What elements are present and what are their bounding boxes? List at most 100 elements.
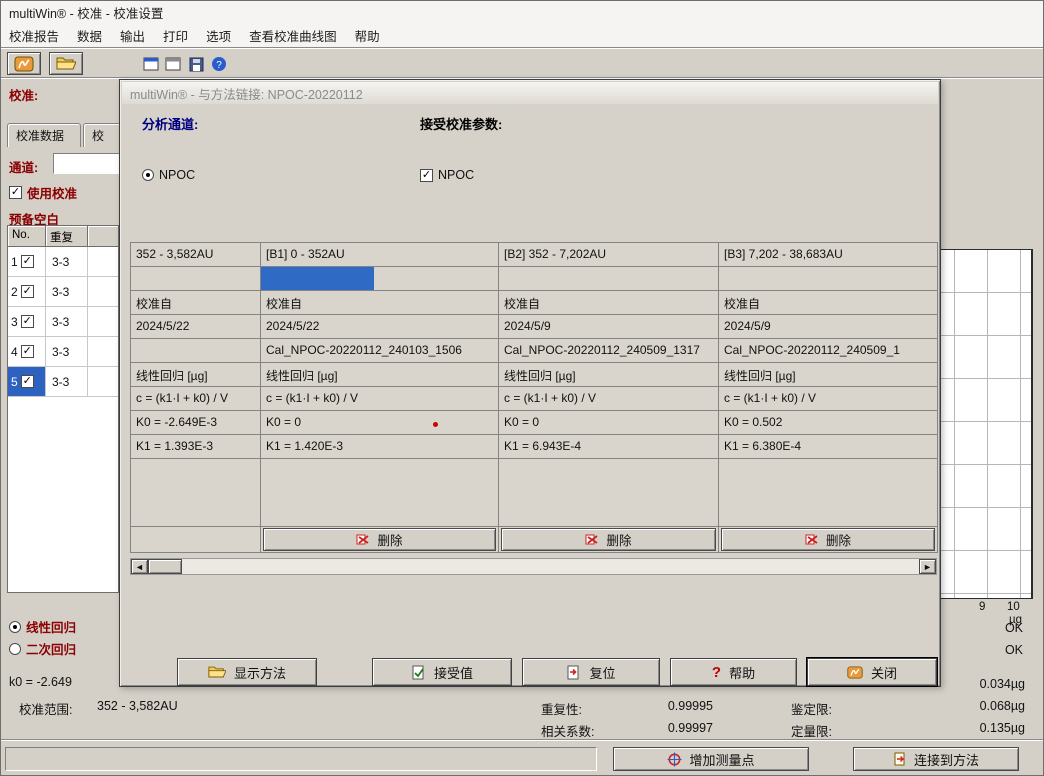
table-row[interactable]: 4 3-3 bbox=[8, 337, 118, 367]
table-cell[interactable]: Cal_NPOC-20220112_240103_1506 bbox=[261, 339, 499, 363]
table-cell[interactable]: K0 = 0 bbox=[499, 411, 719, 435]
reset-button[interactable]: 复位 bbox=[522, 658, 660, 686]
table-cell[interactable]: K1 = 6.943E-4 bbox=[499, 435, 719, 459]
menu-options[interactable]: 选项 bbox=[206, 26, 231, 45]
detection-limit-value: 0.068µg bbox=[941, 699, 1025, 713]
status-bar: 增加测量点 连接到方法 bbox=[1, 741, 1044, 776]
menu-view-calibration-curve[interactable]: 查看校准曲线图 bbox=[249, 26, 337, 45]
toolbar-window-button-1[interactable] bbox=[141, 54, 161, 74]
repeatability-label: 重复性: bbox=[541, 699, 582, 718]
toolbar-open-button[interactable] bbox=[49, 52, 83, 75]
table-cell[interactable]: 校准自 bbox=[499, 291, 719, 315]
table-cell[interactable] bbox=[499, 267, 719, 291]
table-cell[interactable]: K0 = -2.649E-3 bbox=[131, 411, 261, 435]
menu-help[interactable]: 帮助 bbox=[355, 26, 380, 45]
tab-calibration-data[interactable]: 校准数据 bbox=[7, 123, 81, 147]
toolbar-help-button[interactable]: ? bbox=[209, 54, 229, 74]
chart-tick-10: 10 bbox=[1007, 601, 1020, 613]
close-button[interactable]: 关闭 bbox=[807, 658, 937, 686]
delete-icon bbox=[356, 533, 370, 546]
table-cell[interactable]: 校准自 bbox=[719, 291, 938, 315]
delete-cell: 删除 bbox=[499, 527, 719, 553]
connect-method-button[interactable]: 连接到方法 bbox=[853, 747, 1019, 771]
use-calibration-checkbox[interactable]: 使用校准 bbox=[9, 183, 77, 202]
npoc-radio[interactable]: NPOC bbox=[142, 168, 195, 182]
scroll-thumb[interactable] bbox=[148, 559, 182, 574]
row-checkbox-icon[interactable] bbox=[21, 285, 34, 298]
table-cell[interactable]: c = (k1·I + k0) / V bbox=[719, 387, 938, 411]
table-cell bbox=[131, 527, 261, 553]
horizontal-scrollbar[interactable]: ◄ ► bbox=[130, 558, 937, 575]
add-measure-point-button[interactable]: 增加测量点 bbox=[613, 747, 809, 771]
range-column-header[interactable]: [B3] 7,202 - 38,683AU bbox=[719, 243, 938, 267]
table-row[interactable]: 1 3-3 bbox=[8, 247, 118, 277]
table-cell[interactable]: 线性回归 [µg] bbox=[719, 363, 938, 387]
row-checkbox-icon[interactable] bbox=[21, 375, 34, 388]
table-row[interactable]: 2 3-3 bbox=[8, 277, 118, 307]
table-cell[interactable]: c = (k1·I + k0) / V bbox=[499, 387, 719, 411]
connect-method-icon bbox=[893, 752, 907, 766]
delete-button[interactable]: 删除 bbox=[501, 528, 716, 551]
table-cell[interactable]: c = (k1·I + k0) / V bbox=[131, 387, 261, 411]
table-cell[interactable]: 2024/5/9 bbox=[499, 315, 719, 339]
scroll-track[interactable] bbox=[182, 559, 919, 574]
table-cell[interactable] bbox=[499, 459, 719, 527]
table-cell[interactable] bbox=[131, 459, 261, 527]
radio-icon bbox=[142, 169, 154, 181]
npoc-checkbox[interactable]: NPOC bbox=[420, 168, 474, 182]
delete-icon bbox=[585, 533, 599, 546]
table-cell[interactable]: Cal_NPOC-20220112_240509_1317 bbox=[499, 339, 719, 363]
menu-print[interactable]: 打印 bbox=[163, 26, 188, 45]
table-cell[interactable]: K0 = 0.502 bbox=[719, 411, 938, 435]
table-cell[interactable]: Cal_NPOC-20220112_240509_1 bbox=[719, 339, 938, 363]
scroll-left-button[interactable]: ◄ bbox=[131, 559, 148, 574]
window-titlebar[interactable]: multiWin® - 校准 - 校准设置 bbox=[1, 1, 1044, 23]
table-cell[interactable]: K1 = 1.420E-3 bbox=[261, 435, 499, 459]
show-method-button[interactable]: 显示方法 bbox=[177, 658, 317, 686]
delete-button[interactable]: 删除 bbox=[721, 528, 935, 551]
table-cell[interactable] bbox=[719, 267, 938, 291]
menu-data[interactable]: 数据 bbox=[77, 26, 102, 45]
table-row-selected[interactable]: 5 3-3 bbox=[8, 367, 118, 397]
table-cell[interactable]: K1 = 1.393E-3 bbox=[131, 435, 261, 459]
linear-regression-radio[interactable]: 线性回归 bbox=[9, 617, 76, 636]
table-cell[interactable] bbox=[261, 459, 499, 527]
table-cell[interactable]: 2024/5/22 bbox=[261, 315, 499, 339]
table-cell[interactable] bbox=[131, 339, 261, 363]
row-checkbox-icon[interactable] bbox=[21, 315, 34, 328]
toolbar-save-button[interactable] bbox=[186, 54, 206, 74]
table-cell[interactable] bbox=[131, 267, 261, 291]
table-cell[interactable]: K0 = 0 bbox=[261, 411, 499, 435]
table-cell[interactable]: 线性回归 [µg] bbox=[499, 363, 719, 387]
delete-button[interactable]: 删除 bbox=[263, 528, 496, 551]
table-cell[interactable] bbox=[719, 459, 938, 527]
menu-calibration-report[interactable]: 校准报告 bbox=[9, 26, 59, 45]
help-button[interactable]: ? 帮助 bbox=[670, 658, 797, 686]
table-cell[interactable]: 2024/5/22 bbox=[131, 315, 261, 339]
table-cell[interactable]: 校准自 bbox=[261, 291, 499, 315]
checkbox-icon bbox=[9, 186, 22, 199]
dialog-titlebar[interactable]: multiWin® - 与方法链接: NPOC-20220112 bbox=[122, 82, 938, 104]
table-cell[interactable]: c = (k1·I + k0) / V bbox=[261, 387, 499, 411]
scroll-right-button[interactable]: ► bbox=[919, 559, 936, 574]
table-cell[interactable]: 2024/5/9 bbox=[719, 315, 938, 339]
table-cell[interactable]: 线性回归 [µg] bbox=[261, 363, 499, 387]
range-column-header[interactable]: [B1] 0 - 352AU bbox=[261, 243, 499, 267]
calibration-label: 校准: bbox=[9, 85, 38, 104]
table-row[interactable]: 3 3-3 bbox=[8, 307, 118, 337]
toolbar-window-button-2[interactable] bbox=[163, 54, 183, 74]
table-cell[interactable]: 校准自 bbox=[131, 291, 261, 315]
toolbar-exit-button[interactable] bbox=[7, 52, 41, 75]
row-checkbox-icon[interactable] bbox=[21, 255, 34, 268]
col-header-repeat[interactable]: 重复 bbox=[46, 226, 88, 247]
row-checkbox-icon[interactable] bbox=[21, 345, 34, 358]
quadratic-regression-radio[interactable]: 二次回归 bbox=[9, 639, 76, 658]
table-cell[interactable]: 线性回归 [µg] bbox=[131, 363, 261, 387]
range-column-header[interactable]: 352 - 3,582AU bbox=[131, 243, 261, 267]
table-cell[interactable]: K1 = 6.380E-4 bbox=[719, 435, 938, 459]
range-column-header[interactable]: [B2] 352 - 7,202AU bbox=[499, 243, 719, 267]
table-cell-selected[interactable] bbox=[261, 267, 499, 291]
col-header-no[interactable]: No. bbox=[8, 226, 46, 247]
accept-values-button[interactable]: 接受值 bbox=[372, 658, 512, 686]
menu-output[interactable]: 输出 bbox=[120, 26, 145, 45]
